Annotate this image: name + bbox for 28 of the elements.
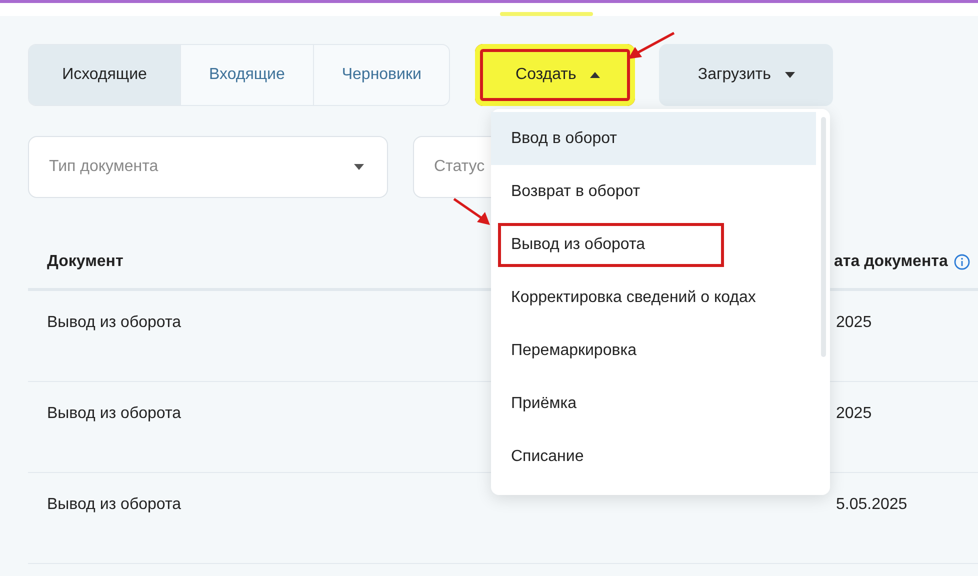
annotation-arrow (453, 198, 491, 226)
caret-icon (354, 164, 364, 170)
caret-icon (590, 72, 600, 78)
table-cell: 2025 (836, 405, 872, 423)
menu-item[interactable]: Перемаркировка (491, 324, 816, 377)
menu-item[interactable]: Корректировка сведений о кодах (491, 271, 816, 324)
caret-icon (784, 72, 795, 78)
info-icon (954, 254, 970, 270)
menu-item[interactable]: Ввод в оборот (491, 112, 816, 165)
menu-item[interactable]: Вывод из оборота (491, 218, 816, 271)
menu-item[interactable]: Списание (491, 430, 816, 483)
tab[interactable]: Входящие (181, 45, 314, 105)
scrollbar[interactable] (821, 117, 826, 357)
menu-item[interactable]: Приёмка (491, 377, 816, 430)
table-cell: Вывод из оборота (47, 314, 181, 331)
create-button[interactable]: Создать (475, 44, 636, 106)
select-field[interactable]: Тип документа (28, 136, 388, 198)
table-cell: Вывод из оборота (47, 496, 181, 513)
annotation-arrow (627, 32, 676, 60)
upload-button[interactable]: Загрузить (659, 44, 834, 106)
column-header: Документ (46, 253, 124, 271)
menu-item[interactable]: Возврат в оборот (491, 165, 816, 218)
table-cell: 5.05.2025 (836, 496, 908, 514)
table-cell: Вывод из оборота (47, 405, 181, 422)
tab[interactable]: Черновики (314, 45, 450, 105)
column-header: ата документа (834, 253, 948, 271)
tab[interactable]: Исходящие (29, 45, 181, 105)
table-cell: 2025 (836, 314, 872, 332)
